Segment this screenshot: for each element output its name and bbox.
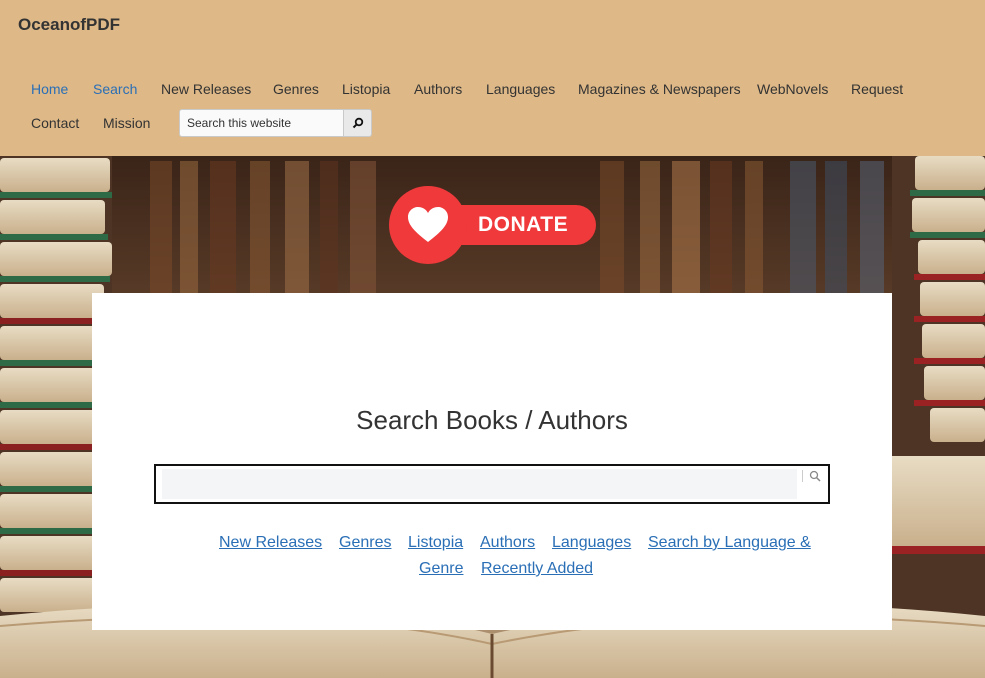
link-new-releases[interactable]: New Releases — [219, 534, 322, 552]
link-recently-added[interactable]: Recently Added — [481, 560, 593, 578]
nav-contact[interactable]: Contact — [31, 115, 79, 131]
donate-button[interactable]: DONATE — [389, 186, 596, 264]
link-authors[interactable]: Authors — [480, 534, 535, 552]
nav-genres[interactable]: Genres — [273, 81, 319, 97]
nav-search[interactable]: Search — [93, 81, 137, 97]
book-search-box — [154, 464, 830, 504]
donate-heart-circle — [389, 186, 467, 264]
nav-authors[interactable]: Authors — [414, 81, 462, 97]
link-genre[interactable]: Genre — [419, 560, 463, 578]
site-title[interactable]: OceanofPDF — [18, 15, 120, 35]
search-icon[interactable] — [808, 469, 822, 483]
link-genres[interactable]: Genres — [339, 534, 391, 552]
nav-webnovels[interactable]: WebNovels — [757, 81, 828, 97]
header-search-button[interactable] — [343, 109, 372, 137]
link-languages[interactable]: Languages — [552, 534, 631, 552]
nav-listopia[interactable]: Listopia — [342, 81, 390, 97]
nav-request[interactable]: Request — [851, 81, 903, 97]
site-header: OceanofPDF Home Search New Releases Genr… — [0, 0, 985, 156]
link-search-by-language[interactable]: Search by Language & — [648, 534, 811, 552]
search-icon — [352, 117, 363, 129]
page-title: Search Books / Authors — [356, 405, 628, 435]
header-search-input[interactable] — [179, 109, 344, 137]
nav-mission[interactable]: Mission — [103, 115, 150, 131]
donate-label: DONATE — [478, 213, 569, 236]
link-listopia[interactable]: Listopia — [408, 534, 463, 552]
search-divider — [802, 470, 803, 482]
search-card: Search Books / Authors New Releases Genr… — [92, 293, 892, 630]
book-search-input[interactable] — [162, 469, 797, 499]
nav-languages[interactable]: Languages — [486, 81, 555, 97]
nav-home[interactable]: Home — [31, 81, 68, 97]
nav-magazines[interactable]: Magazines & Newspapers — [578, 81, 741, 97]
nav-new-releases[interactable]: New Releases — [161, 81, 251, 97]
heart-icon — [408, 207, 448, 242]
